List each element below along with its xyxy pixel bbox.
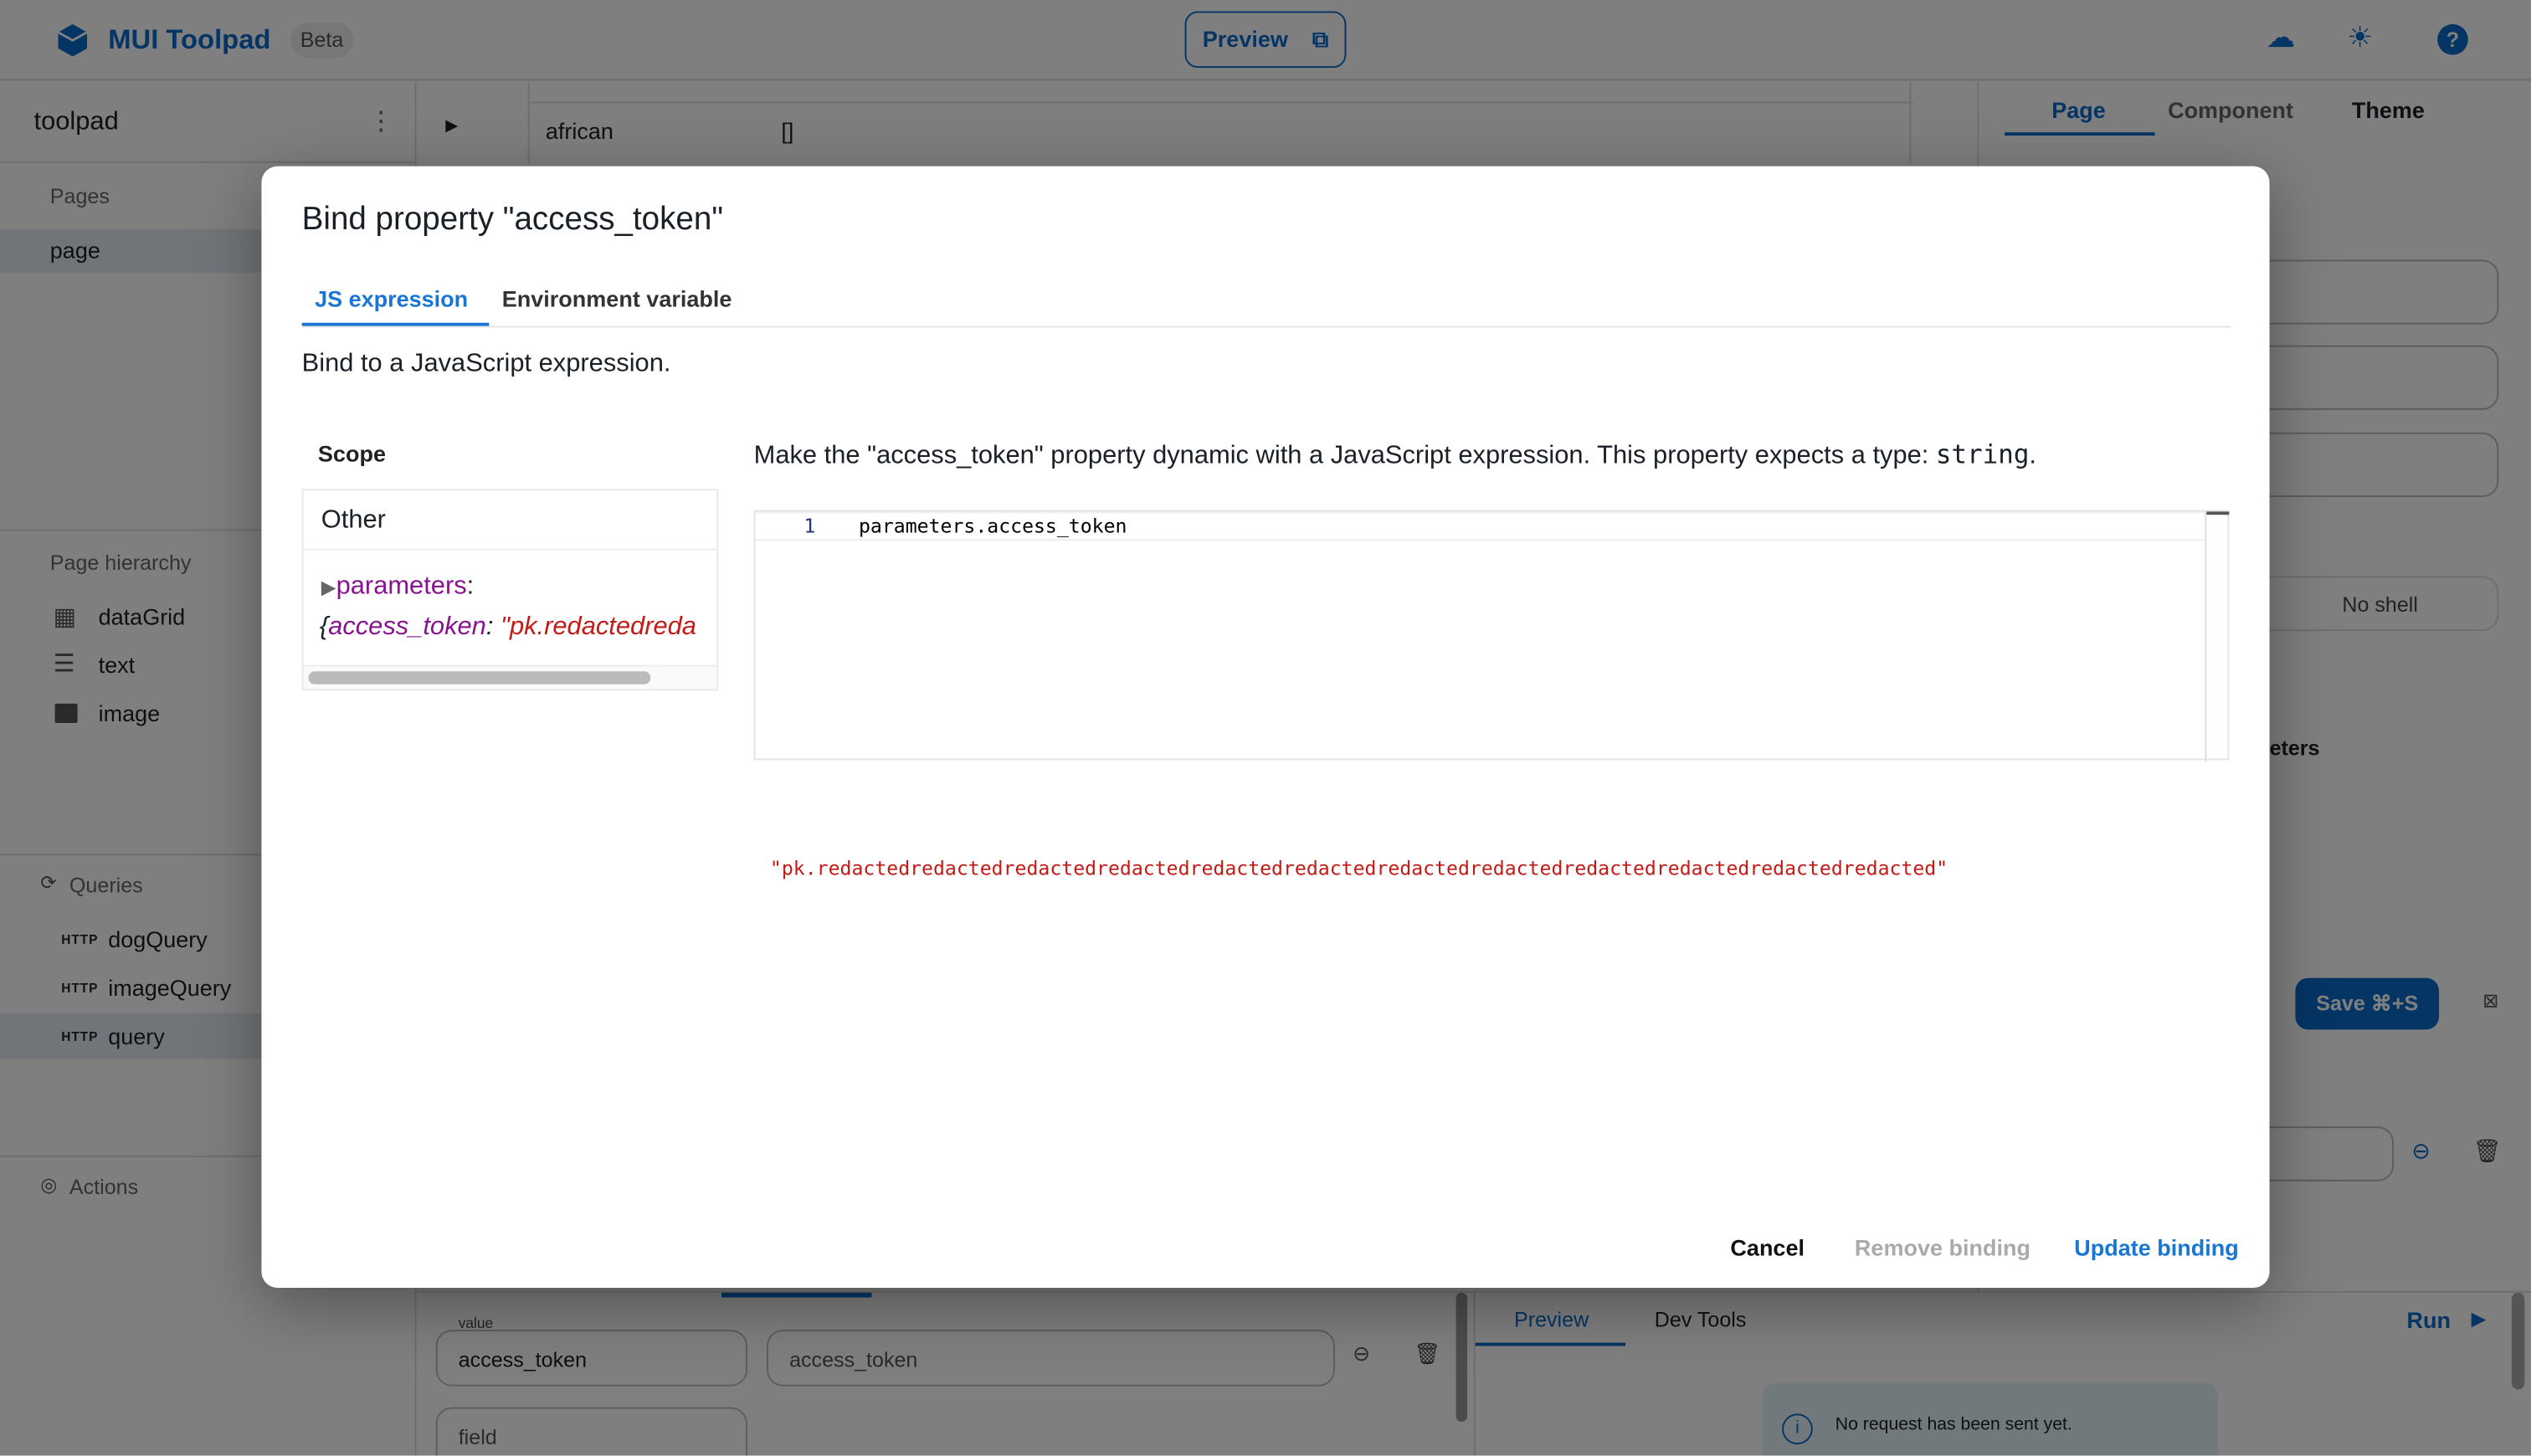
tab-js-expression[interactable]: JS expression xyxy=(315,285,468,311)
scope-preview: {access_token: "pk.redactedreda xyxy=(319,613,696,641)
code-editor[interactable]: 1 parameters.access_token xyxy=(753,510,2230,762)
line-number: 1 xyxy=(803,515,816,538)
dialog-title: Bind property "access_token" xyxy=(301,202,724,238)
scope-heading: Scope xyxy=(317,440,386,467)
expected-type: string xyxy=(1935,438,2030,470)
scope-tree-item[interactable]: ▶parameters: xyxy=(321,572,716,602)
remove-binding-button[interactable]: Remove binding xyxy=(1855,1234,2030,1260)
scope-scrollbar[interactable] xyxy=(308,671,651,684)
expand-triangle-icon[interactable]: ▶ xyxy=(321,576,336,598)
description-text: Make the "access_token" property dynamic… xyxy=(753,442,1936,470)
expression-description: Make the "access_token" property dynamic… xyxy=(754,439,2036,472)
scope-obj-key: access_token xyxy=(328,613,486,641)
scope-obj-value: "pk.redactedreda xyxy=(501,613,696,641)
update-binding-button[interactable]: Update binding xyxy=(2074,1234,2239,1260)
bind-property-dialog: Bind property "access_token" JS expressi… xyxy=(261,166,2270,1288)
scope-key: parameters xyxy=(336,572,467,601)
tab-environment-variable[interactable]: Environment variable xyxy=(502,285,732,311)
code-text: parameters.access_token xyxy=(858,515,1127,538)
scope-panel: Other ▶parameters: {access_token: "pk.re… xyxy=(301,489,719,691)
scope-group: Other xyxy=(321,506,386,535)
description-end: . xyxy=(2029,442,2036,470)
dialog-subtitle: Bind to a JavaScript expression. xyxy=(301,350,671,378)
evaluated-result: "pk.redactedredactedredactedredactedreda… xyxy=(769,857,1948,880)
cancel-button[interactable]: Cancel xyxy=(1730,1234,1805,1260)
editor-scrollbar[interactable] xyxy=(2206,511,2230,515)
